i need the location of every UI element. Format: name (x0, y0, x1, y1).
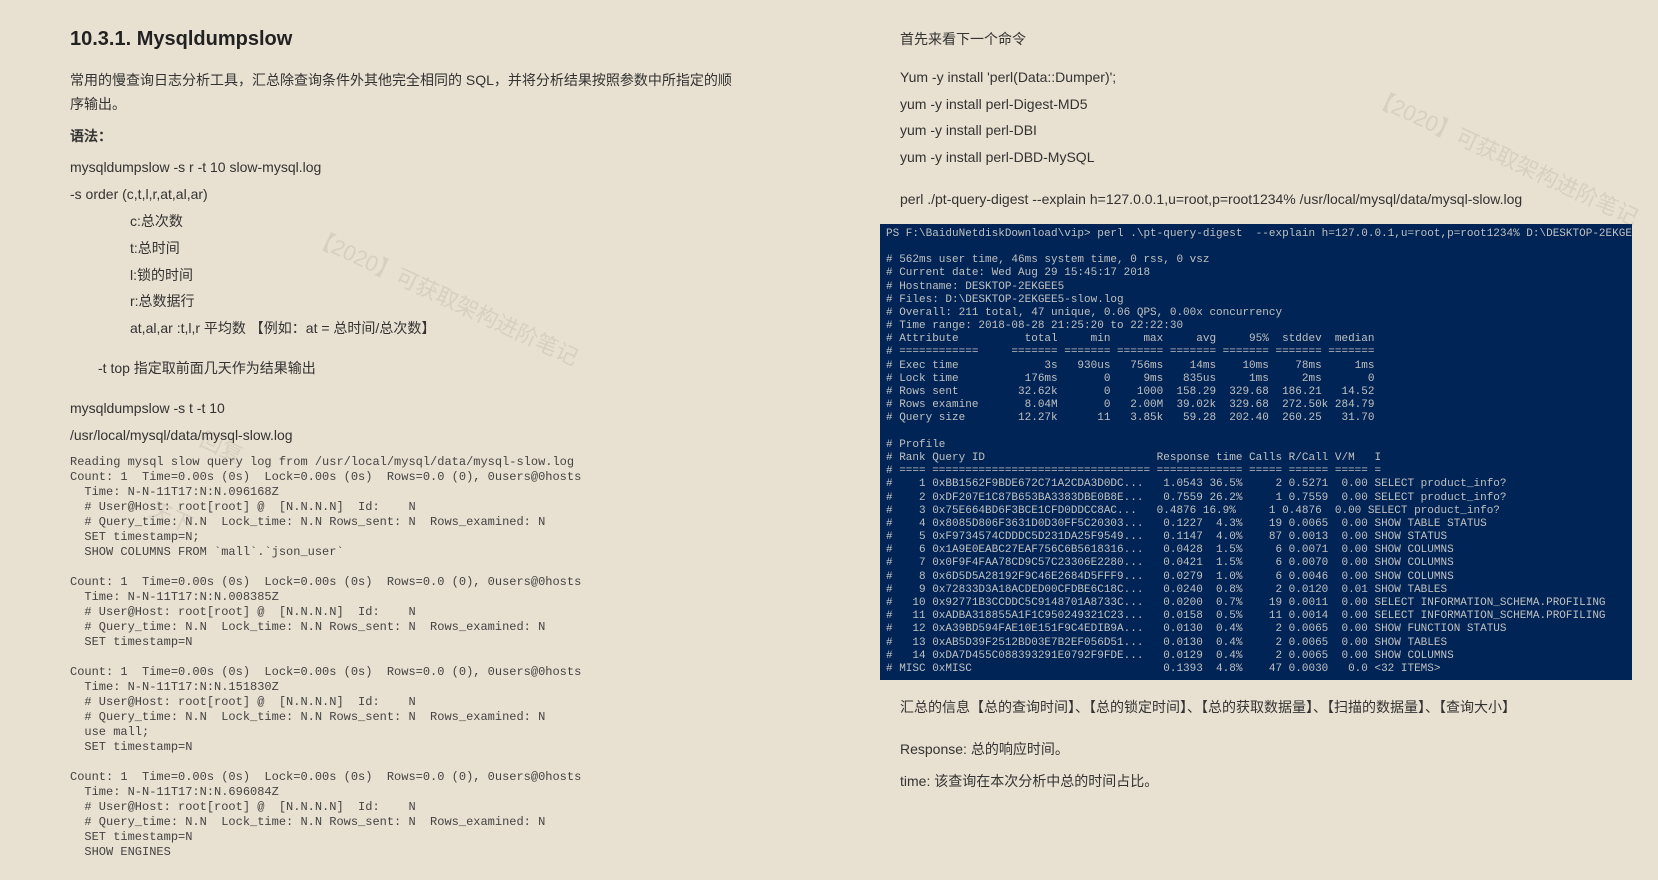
perl-cmd: perl ./pt-query-digest --explain h=127.0… (900, 188, 1540, 212)
intro-text: 常用的慢查询日志分析工具，汇总除查询条件外其他完全相同的 SQL，并将分析结果按… (70, 69, 740, 117)
opt-t: t:总时间 (70, 237, 740, 261)
yum-cmd-3: yum -y install perl-DBI (900, 119, 1540, 143)
order-line: -s order (c,t,l,r,at,al,ar) (70, 183, 740, 207)
summary-2: Response: 总的响应时间。 (900, 738, 1540, 762)
opt-r: r:总数据行 (70, 290, 740, 314)
summary-1: 汇总的信息【总的查询时间】、【总的锁定时间】、【总的获取数据量】、【扫描的数据量… (900, 696, 1540, 720)
opt-l: l:锁的时间 (70, 264, 740, 288)
summary-3: time: 该查询在本次分析中总的时间占比。 (900, 770, 1540, 794)
terminal-output: PS F:\BaiduNetdiskDownload\vip> perl .\p… (880, 224, 1632, 680)
yum-cmd-1: Yum -y install 'perl(Data::Dumper)'; (900, 66, 1540, 90)
right-intro: 首先来看下一个命令 (900, 28, 1540, 52)
section-heading: 10.3.1. Mysqldumpslow (70, 28, 740, 51)
cmd2b: /usr/local/mysql/data/mysql-slow.log (70, 424, 740, 448)
opt-avg: at,al,ar :t,l,r 平均数 【例如：at = 总时间/总次数】 (70, 317, 740, 341)
opt-c: c:总次数 (70, 210, 740, 234)
right-column: 首先来看下一个命令 Yum -y install 'perl(Data::Dum… (780, 20, 1560, 860)
syntax-label: 语法： (70, 125, 740, 149)
t-top-line: -t top 指定取前面几天作为结果输出 (70, 357, 740, 381)
left-column: 10.3.1. Mysqldumpslow 常用的慢查询日志分析工具，汇总除查询… (0, 20, 780, 860)
yum-cmd-4: yum -y install perl-DBD-MySQL (900, 146, 1540, 170)
slow-log-output: Reading mysql slow query log from /usr/l… (70, 455, 740, 860)
cmd-line: mysqldumpslow -s r -t 10 slow-mysql.log (70, 156, 740, 180)
yum-cmd-2: yum -y install perl-Digest-MD5 (900, 93, 1540, 117)
cmd2a: mysqldumpslow -s t -t 10 (70, 397, 740, 421)
